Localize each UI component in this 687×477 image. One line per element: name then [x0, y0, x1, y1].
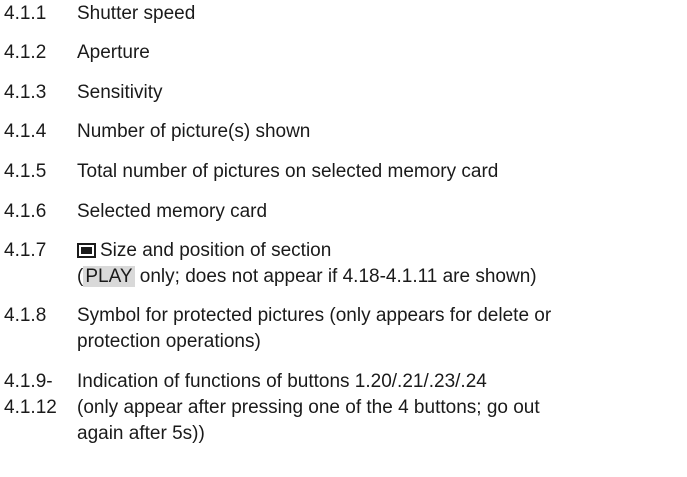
item-number: 4.1.5	[4, 161, 47, 182]
list-item-continuation: (only appear after pressing one of the 4…	[77, 397, 540, 418]
item-number: 4.1.7	[4, 240, 47, 261]
item-number: 4.1.6	[4, 201, 47, 222]
item-number: 4.1.8	[4, 305, 47, 326]
item-text: Sensitivity	[77, 82, 163, 103]
item-text: Aperture	[77, 42, 150, 63]
list-item-continuation: (PLAY only; does not appear if 4.18-4.1.…	[77, 264, 537, 290]
document-page: 4.1.1 Shutter speed 4.1.2 Aperture 4.1.3…	[0, 0, 687, 477]
item-text: Total number of pictures on selected mem…	[77, 161, 499, 182]
item-text-note: only; does not appear if 4.18-4.1.11 are…	[134, 266, 537, 287]
list-item-continuation: protection operations)	[77, 331, 261, 352]
item-text: Size and position of section	[77, 238, 331, 264]
section-frame-icon	[77, 243, 96, 258]
item-number: 4.1.4	[4, 121, 47, 142]
item-number-end: 4.1.12	[4, 397, 57, 418]
item-text: Symbol for protected pictures (only appe…	[77, 305, 552, 326]
item-text: Shutter speed	[77, 3, 196, 24]
item-number: 4.1.3	[4, 82, 47, 103]
item-text-main: Size and position of section	[100, 240, 332, 261]
play-mode-badge: PLAY	[83, 266, 135, 287]
item-number: 4.1.9-	[4, 371, 53, 392]
item-number: 4.1.2	[4, 42, 47, 63]
list-item-continuation: again after 5s))	[77, 423, 205, 444]
item-text: Indication of functions of buttons 1.20/…	[77, 371, 487, 392]
item-text: Number of picture(s) shown	[77, 121, 311, 142]
item-number: 4.1.1	[4, 3, 47, 24]
item-text: Selected memory card	[77, 201, 268, 222]
